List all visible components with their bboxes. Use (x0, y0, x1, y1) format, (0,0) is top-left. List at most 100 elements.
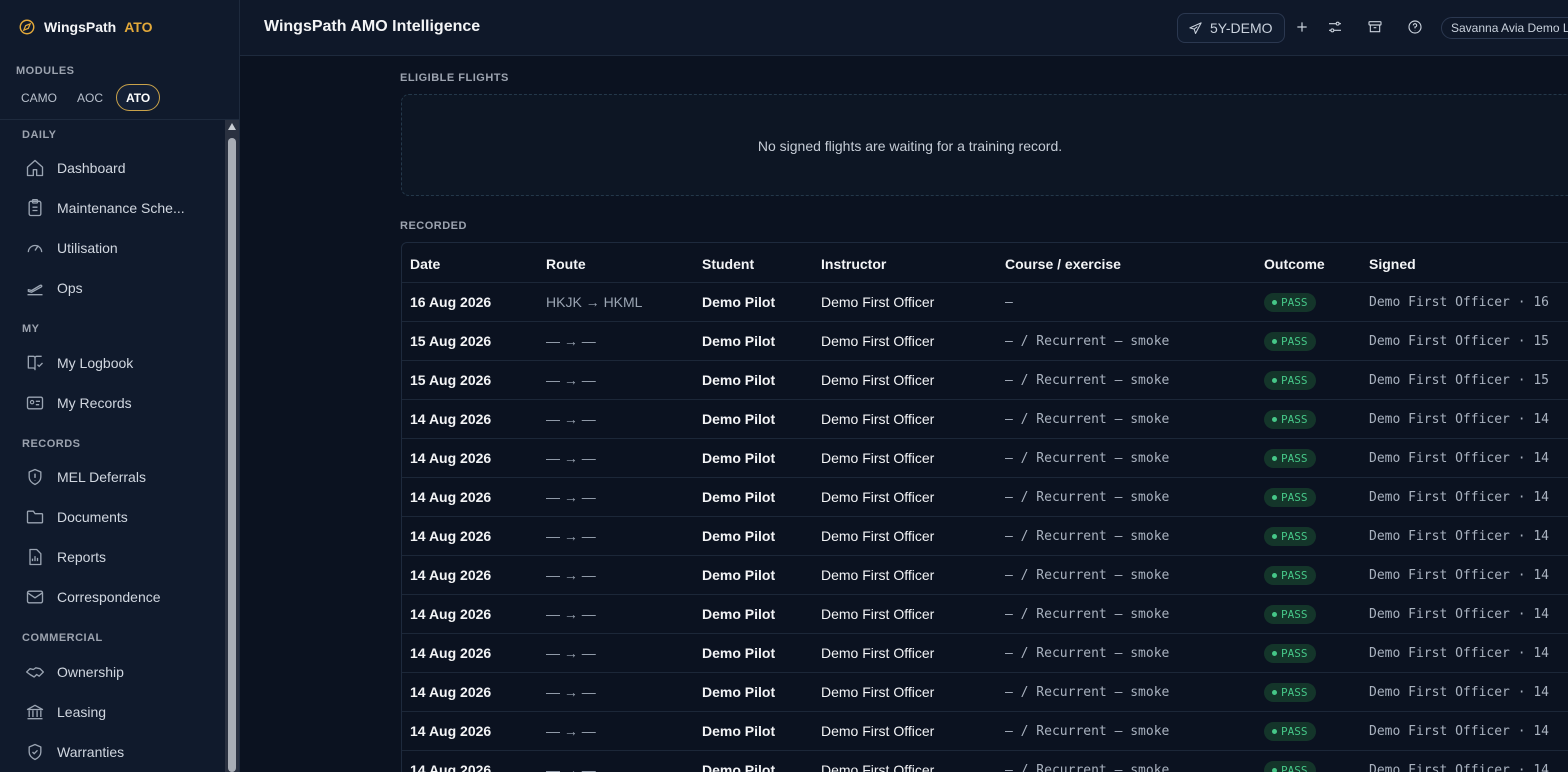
module-aoc[interactable]: AOC (70, 84, 110, 111)
recorded-label: RECORDED (400, 220, 467, 232)
table-row[interactable]: 16 Aug 2026 HKJK → HKML Demo Pilot Demo Fir… (402, 282, 1568, 321)
cell-course: — / Recurrent — smoke (1005, 568, 1170, 583)
section-label-records: RECORDS (22, 438, 81, 450)
status-dot-icon (1272, 690, 1277, 695)
sidebar-item-dashboard[interactable]: Dashboard (16, 151, 216, 185)
column-header-instructor[interactable]: Instructor (821, 256, 886, 272)
aircraft-selector[interactable]: 5Y-DEMO (1177, 13, 1285, 43)
add-icon[interactable] (1293, 18, 1311, 36)
table-row[interactable]: 14 Aug 2026 — → — Demo Pilot Demo First Off… (402, 438, 1568, 477)
module-ato[interactable]: ATO (116, 84, 161, 111)
sidebar-item-label: Ops (57, 280, 83, 296)
cell-instructor: Demo First Officer (821, 723, 935, 739)
cell-signed: Demo First Officer · 14 (1369, 763, 1550, 772)
table-row[interactable]: 14 Aug 2026 — → — Demo Pilot Demo First Off… (402, 516, 1568, 555)
table-row[interactable]: 15 Aug 2026 — → — Demo Pilot Demo First Off… (402, 321, 1568, 360)
section-label-my: MY (22, 323, 40, 335)
column-header-course[interactable]: Course / exercise (1005, 256, 1121, 272)
table-row[interactable]: 14 Aug 2026 — → — Demo Pilot Demo First Off… (402, 399, 1568, 438)
column-header-date[interactable]: Date (410, 256, 440, 272)
status-dot-icon (1272, 612, 1277, 617)
empty-state-message: No signed flights are waiting for a trai… (757, 138, 1063, 154)
sidebar-scrollbar[interactable] (225, 120, 239, 772)
status-dot-icon (1272, 417, 1277, 422)
sidebar-item-ownership[interactable]: Ownership (16, 655, 216, 689)
clipboard-icon (28, 199, 42, 217)
sidebar-item-reports[interactable]: Reports (16, 540, 216, 574)
sidebar-item-label: Warranties (57, 744, 125, 760)
cell-date: 15 Aug 2026 (410, 372, 492, 388)
archive-icon[interactable] (1366, 18, 1384, 36)
cell-route: HKJK → HKML (546, 294, 643, 310)
column-header-outcome[interactable]: Outcome (1264, 256, 1325, 272)
cell-date: 16 Aug 2026 (410, 294, 492, 310)
sidebar: WingsPath ATO MODULES CAMO AOC ATO DAILY … (0, 0, 240, 772)
cell-course: — / Recurrent — smoke (1005, 490, 1170, 505)
cell-route: — → — (546, 333, 596, 349)
sidebar-item-my-records[interactable]: My Records (16, 386, 216, 420)
status-dot-icon (1272, 573, 1277, 578)
sidebar-item-utilisation[interactable]: Utilisation (16, 231, 216, 265)
column-header-route[interactable]: Route (546, 256, 586, 272)
sidebar-item-maintenance-schedule[interactable]: Maintenance Sche... (16, 191, 216, 225)
cell-route: — → — (546, 411, 596, 427)
sidebar-item-my-logbook[interactable]: My Logbook (16, 346, 216, 380)
table-row[interactable]: 14 Aug 2026 — → — Demo Pilot Demo First Off… (402, 477, 1568, 516)
report-icon (29, 548, 42, 566)
status-dot-icon (1272, 339, 1277, 344)
cell-student: Demo Pilot (702, 567, 776, 583)
cell-student: Demo Pilot (702, 528, 776, 544)
sidebar-item-label: Documents (57, 509, 128, 525)
status-dot-icon (1272, 534, 1277, 539)
help-icon[interactable] (1406, 18, 1424, 36)
outcome-label: PASS (1281, 530, 1308, 543)
brand-name: WingsPath (44, 19, 117, 35)
plane-takeoff-icon (27, 284, 43, 296)
status-dot-icon (1272, 378, 1277, 383)
brand[interactable]: WingsPath ATO (18, 18, 152, 36)
outcome-badge: PASS (1264, 683, 1316, 702)
aircraft-registration: 5Y-DEMO (1210, 20, 1273, 36)
outcome-badge: PASS (1264, 410, 1316, 429)
scrollbar-thumb[interactable] (228, 138, 236, 772)
sidebar-item-mel-deferrals[interactable]: MEL Deferrals (16, 460, 216, 494)
cell-course: — / Recurrent — smoke (1005, 334, 1170, 349)
scroll-up-arrow-icon[interactable] (228, 123, 236, 130)
sidebar-item-leasing[interactable]: Leasing (16, 695, 216, 729)
training-records-table: Date Route Student Instructor Course / e… (401, 242, 1568, 772)
cell-route: — → — (546, 528, 596, 544)
column-header-student[interactable]: Student (702, 256, 754, 272)
table-row[interactable]: 14 Aug 2026 — → — Demo Pilot Demo First Off… (402, 750, 1568, 772)
cell-route: — → — (546, 684, 596, 700)
column-header-signed[interactable]: Signed (1369, 256, 1416, 272)
cell-course: — (1005, 295, 1013, 310)
cell-date: 14 Aug 2026 (410, 762, 492, 772)
table-row[interactable]: 15 Aug 2026 — → — Demo Pilot Demo First Off… (402, 360, 1568, 399)
module-camo[interactable]: CAMO (14, 84, 64, 111)
table-row[interactable]: 14 Aug 2026 — → — Demo Pilot Demo First Off… (402, 555, 1568, 594)
table-row[interactable]: 14 Aug 2026 — → — Demo Pilot Demo First Off… (402, 594, 1568, 633)
sidebar-item-label: Utilisation (57, 240, 118, 256)
cell-signed: Demo First Officer · 14 (1369, 724, 1550, 739)
cell-student: Demo Pilot (702, 723, 776, 739)
sliders-icon[interactable] (1326, 18, 1344, 36)
top-bar: WingsPath AMO Intelligence 5Y-DEMO Savan… (240, 0, 1568, 56)
cell-route: — → — (546, 645, 596, 661)
cell-course: — / Recurrent — smoke (1005, 685, 1170, 700)
sidebar-item-warranties[interactable]: Warranties (16, 735, 216, 769)
status-dot-icon (1272, 729, 1277, 734)
sidebar-item-ops[interactable]: Ops (16, 271, 216, 305)
cell-signed: Demo First Officer · 14 (1369, 412, 1550, 427)
table-row[interactable]: 14 Aug 2026 — → — Demo Pilot Demo First Off… (402, 711, 1568, 750)
sidebar-item-label: Correspondence (57, 589, 161, 605)
organization-selector[interactable]: Savanna Avia Demo Ltd (1441, 17, 1568, 39)
table-row[interactable]: 14 Aug 2026 — → — Demo Pilot Demo First Off… (402, 672, 1568, 711)
cell-student: Demo Pilot (702, 333, 776, 349)
handshake-icon (26, 667, 44, 678)
outcome-badge: PASS (1264, 488, 1316, 507)
cell-date: 14 Aug 2026 (410, 450, 492, 466)
sidebar-item-correspondence[interactable]: Correspondence (16, 580, 216, 614)
table-row[interactable]: 14 Aug 2026 — → — Demo Pilot Demo First Off… (402, 633, 1568, 672)
sidebar-item-documents[interactable]: Documents (16, 500, 216, 534)
cell-route: — → — (546, 489, 596, 505)
